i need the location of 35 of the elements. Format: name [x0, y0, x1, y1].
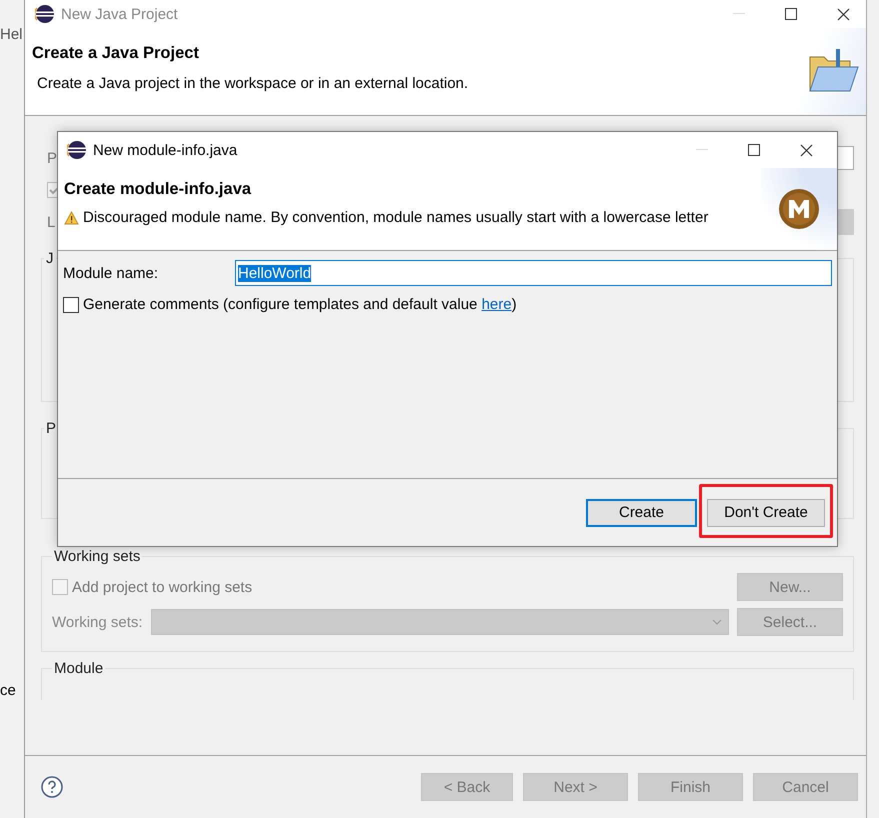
page-heading: Create a Java Project	[32, 44, 200, 63]
dialog-button[interactable]: Create	[586, 498, 697, 526]
checkbox-label: Add project to working sets	[72, 578, 252, 596]
group-title: Module	[53, 660, 104, 677]
dialog-button[interactable]: Don't Create	[707, 498, 825, 526]
templates-link[interactable]: here	[482, 296, 512, 313]
checkbox-label: Generate comments (configure templates and default value here)	[83, 296, 517, 313]
warning-icon	[64, 210, 79, 224]
checkbox[interactable]	[63, 296, 79, 312]
close-icon[interactable]	[800, 144, 812, 156]
group-title: J	[45, 250, 54, 267]
close-icon[interactable]	[836, 8, 850, 20]
help-icon[interactable]	[41, 776, 63, 798]
eclipse-icon	[35, 4, 55, 24]
maximize-icon[interactable]	[785, 8, 797, 20]
eclipse-icon	[67, 140, 87, 160]
table-text: ce	[0, 682, 16, 699]
select-button[interactable]: Select...	[737, 608, 843, 636]
field-label: L	[47, 214, 56, 230]
dialog-title: New module-info.java	[93, 142, 238, 158]
window-title: New Java Project	[61, 6, 179, 22]
warning-message: Discouraged module name. By convention, module names usually start with a lowercase letter	[83, 209, 708, 226]
module-icon	[778, 188, 820, 230]
menu-text: Hel	[0, 26, 23, 43]
group-title: Working sets	[53, 548, 142, 565]
new-button[interactable]: New...	[737, 573, 843, 601]
field-label: Module name:	[63, 264, 160, 282]
module-name-field[interactable]: HelloWorld	[235, 260, 832, 286]
field-label: P	[47, 150, 58, 166]
dialog-heading: Create module-info.java	[64, 180, 252, 199]
chevron-down-icon	[712, 619, 722, 625]
group-title: P	[45, 420, 58, 437]
field-label: Working sets:	[52, 614, 143, 630]
maximize-icon[interactable]	[748, 144, 760, 156]
page-description: Create a Java project in the workspace or in an external location.	[36, 75, 470, 92]
